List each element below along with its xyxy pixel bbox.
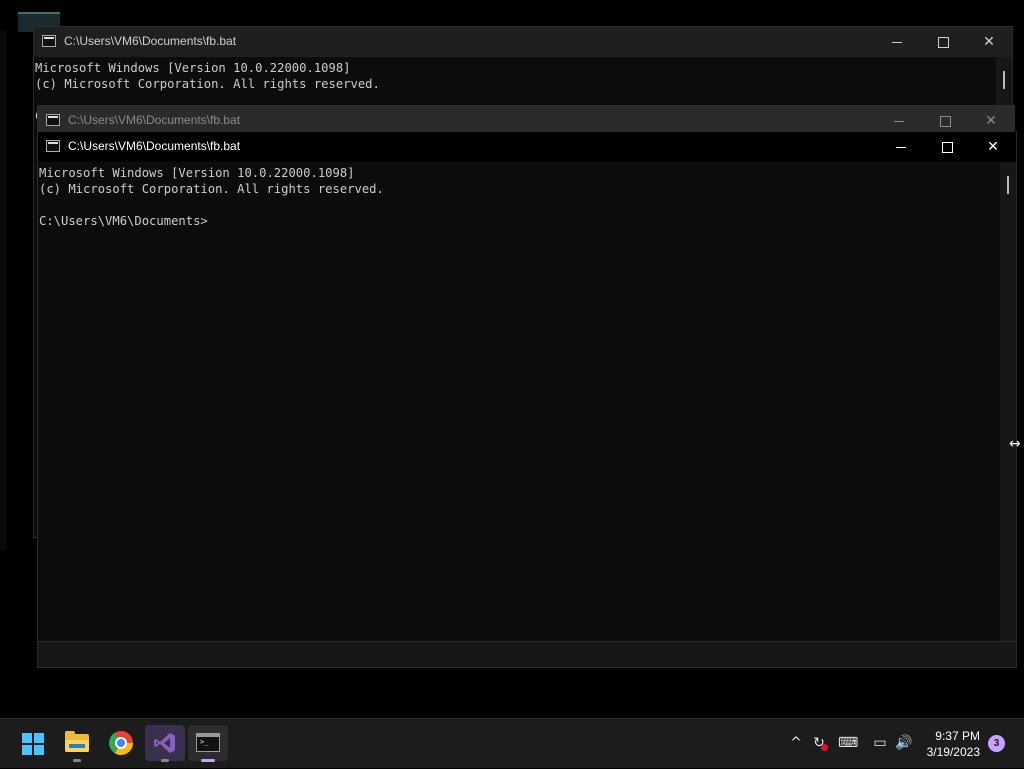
window-title: C:\Users\VM6\Documents\fb.bat bbox=[68, 113, 241, 127]
keyboard-icon[interactable]: ⌨ bbox=[838, 733, 858, 753]
console-line: (c) Microsoft Corporation. All rights re… bbox=[39, 182, 384, 196]
close-button[interactable]: ✕ bbox=[970, 132, 1016, 162]
resize-cursor-icon: ↔ bbox=[1009, 436, 1021, 452]
cmd-app-icon bbox=[46, 114, 60, 126]
clock[interactable]: 9:37 PM 3/19/2023 bbox=[927, 728, 980, 760]
taskbar: >_ ^ ↻ ⌨ ▭ 🔊 9:37 PM 3/19/2023 3 bbox=[0, 718, 1024, 768]
window-titlebar[interactable]: C:\Users\VM6\Documents\fb.bat ✕ bbox=[34, 27, 1012, 57]
minimize-button[interactable] bbox=[874, 27, 920, 57]
desktop-edge bbox=[0, 30, 6, 550]
console-line: (c) Microsoft Corporation. All rights re… bbox=[35, 77, 380, 91]
scrollbar-thumb[interactable] bbox=[1003, 71, 1005, 89]
alert-badge bbox=[821, 744, 828, 751]
maximize-button[interactable] bbox=[920, 27, 966, 57]
scrollbar-thumb[interactable] bbox=[1007, 176, 1009, 194]
close-icon: ✕ bbox=[985, 113, 997, 129]
minimize-icon bbox=[894, 120, 904, 122]
show-hidden-icons-button[interactable]: ^ bbox=[786, 733, 806, 753]
console-output[interactable]: Microsoft Windows [Version 10.0.22000.10… bbox=[38, 162, 1000, 641]
close-icon: ✕ bbox=[987, 139, 999, 155]
console-line: Microsoft Windows [Version 10.0.22000.10… bbox=[35, 61, 351, 75]
minimize-icon bbox=[892, 41, 902, 43]
window-title: C:\Users\VM6\Documents\fb.bat bbox=[64, 34, 237, 48]
sync-icon[interactable]: ↻ bbox=[809, 733, 829, 753]
minimize-button[interactable] bbox=[878, 132, 924, 162]
maximize-icon bbox=[937, 36, 949, 48]
network-icon[interactable]: ▭ bbox=[870, 733, 890, 753]
vertical-scrollbar[interactable] bbox=[1000, 162, 1016, 641]
cmd-window-active[interactable]: C:\Users\VM6\Documents\fb.bat ✕ Microsof… bbox=[38, 132, 1016, 667]
chevron-up-icon: ^ bbox=[790, 735, 802, 751]
cmd-app-icon bbox=[46, 140, 60, 152]
close-icon: ✕ bbox=[983, 34, 995, 50]
cmd-app-icon bbox=[42, 35, 56, 47]
window-title: C:\Users\VM6\Documents\fb.bat bbox=[68, 139, 241, 153]
volume-icon[interactable]: 🔊 bbox=[894, 733, 914, 753]
minimize-icon bbox=[896, 146, 906, 148]
clock-date: 3/19/2023 bbox=[926, 745, 980, 759]
console-line: Microsoft Windows [Version 10.0.22000.10… bbox=[39, 166, 355, 180]
horizontal-scrollbar[interactable] bbox=[38, 641, 1016, 667]
clock-time: 9:37 PM bbox=[935, 729, 980, 743]
close-button[interactable]: ✕ bbox=[966, 27, 1012, 57]
maximize-icon bbox=[941, 141, 953, 153]
console-prompt[interactable]: C:\Users\VM6\Documents> bbox=[39, 214, 208, 228]
system-tray: ^ ↻ ⌨ ▭ 🔊 9:37 PM 3/19/2023 3 bbox=[0, 719, 1024, 769]
maximize-button[interactable] bbox=[924, 132, 970, 162]
notification-badge[interactable]: 3 bbox=[988, 735, 1005, 752]
window-titlebar[interactable]: C:\Users\VM6\Documents\fb.bat ✕ bbox=[38, 132, 1016, 162]
maximize-icon bbox=[939, 115, 951, 127]
